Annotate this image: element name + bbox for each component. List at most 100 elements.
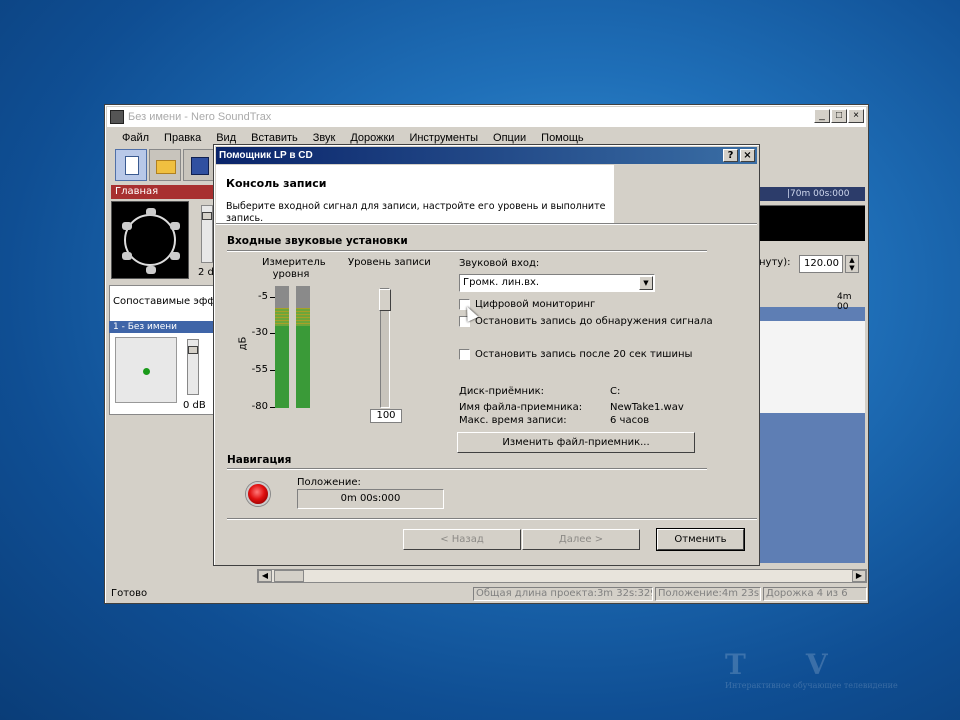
tempo-input[interactable]: 120.00: [799, 255, 843, 273]
stop-after-silence-checkbox[interactable]: [459, 349, 470, 360]
speaker-icon: [122, 252, 132, 260]
dialog-heading: Консоль записи: [226, 177, 327, 190]
dialog-description: Выберите входной сигнал для записи, наст…: [226, 201, 606, 224]
watermark-letters: TV: [725, 648, 888, 681]
main-volume-knob[interactable]: [202, 212, 212, 220]
input-settings-heading: Входные звуковые установки: [227, 235, 408, 247]
watermark-subtitle: Интерактивное обучающее телевидение: [725, 681, 898, 690]
dialog-help-button[interactable]: ?: [723, 149, 738, 162]
header-divider: [216, 223, 757, 225]
level-meter-left-peak: [275, 308, 289, 326]
track-volume-slider[interactable]: [187, 339, 199, 395]
new-button[interactable]: [115, 149, 147, 181]
maxtime-label: Макс. время записи:: [459, 415, 567, 426]
disk-value: C:: [610, 386, 621, 397]
minimize-button[interactable]: _: [814, 109, 830, 123]
dialog-header: Консоль записи Выберите входной сигнал д…: [216, 165, 614, 224]
navigation-divider: [227, 468, 707, 470]
overview-strip: [759, 205, 865, 241]
meter-tick: -30: [251, 327, 268, 338]
timeline-ruler: |70m 00s:000: [759, 187, 865, 201]
stop-after-silence-label[interactable]: Остановить запись после 20 сек тишины: [475, 349, 692, 360]
speaker-icon: [146, 208, 156, 216]
navigation-heading: Навигация: [227, 454, 292, 466]
db-axis-label: дБ: [237, 336, 249, 351]
track-header: 1 - Без имени: [109, 321, 213, 333]
back-button[interactable]: < Назад: [403, 529, 521, 550]
new-document-icon: [125, 156, 139, 175]
scroll-left-arrow[interactable]: ◀: [258, 570, 272, 582]
open-folder-icon: [156, 160, 176, 174]
position-label: Положение:: [297, 477, 361, 488]
cancel-button[interactable]: Отменить: [656, 528, 745, 551]
dialog-close-button[interactable]: ×: [740, 149, 755, 162]
buttons-divider: [227, 518, 757, 520]
menu-file[interactable]: Файл: [122, 132, 149, 144]
rec-level-label: Уровень записи: [348, 257, 431, 268]
scroll-thumb[interactable]: [274, 570, 304, 582]
main-volume-slider[interactable]: [201, 205, 213, 263]
speaker-icon: [170, 252, 180, 260]
open-button[interactable]: [149, 149, 181, 181]
track-lane[interactable]: [759, 321, 865, 413]
tempo-label: нуту):: [759, 257, 791, 268]
menu-edit[interactable]: Правка: [164, 132, 201, 144]
status-bar: Готово Общая длина проекта:3m 32s:329 По…: [107, 586, 867, 602]
next-button[interactable]: Далее >: [522, 529, 640, 550]
menu-help[interactable]: Помощь: [541, 132, 584, 144]
sound-input-value: Громк. лин.вх.: [463, 277, 540, 288]
dropdown-arrow-icon[interactable]: ▼: [639, 276, 653, 290]
tempo-spinner[interactable]: ▲ ▼: [845, 255, 859, 273]
track-ruler: 4m 00: [759, 289, 865, 312]
watermark: TV Интерактивное обучающее телевидение: [725, 648, 898, 690]
maximize-button[interactable]: □: [831, 109, 847, 123]
pan-position-dot[interactable]: [143, 368, 150, 375]
stop-until-signal-label[interactable]: Остановить запись до обнаружения сигнала: [475, 316, 713, 327]
rec-level-value: 100: [370, 409, 402, 423]
change-file-button[interactable]: Изменить файл-приемник...: [457, 432, 695, 453]
speaker-icon: [146, 266, 156, 274]
window-title: Без имени - Nero SoundTrax: [128, 111, 272, 123]
status-text: Готово: [111, 588, 148, 599]
maxtime-value: 6 часов: [610, 415, 650, 426]
digital-monitoring-label[interactable]: Цифровой мониторинг: [475, 299, 595, 310]
level-meter-left: [275, 286, 289, 408]
effects-label[interactable]: Сопоставимые эфф...: [113, 296, 226, 307]
dialog-title: Помощник LP в CD: [216, 147, 757, 164]
menu-insert[interactable]: Вставить: [251, 132, 298, 144]
speaker-icon: [170, 222, 180, 230]
project-length: Общая длина проекта:3m 32s:329: [473, 587, 653, 601]
horizontal-scrollbar[interactable]: ◀ ▶: [257, 569, 867, 583]
track-panner[interactable]: [115, 337, 177, 403]
menu-view[interactable]: Вид: [216, 132, 236, 144]
status-position: Положение:4m 23s:99: [655, 587, 761, 601]
track-volume-knob[interactable]: [188, 346, 198, 354]
rec-level-knob[interactable]: [379, 289, 391, 311]
surround-mixer[interactable]: [111, 201, 189, 279]
scroll-right-arrow[interactable]: ▶: [852, 570, 866, 582]
digital-monitoring-row[interactable]: Цифровой мониторинг: [459, 299, 595, 310]
filename-value: NewTake1.wav: [610, 402, 684, 413]
menu-sound[interactable]: Звук: [313, 132, 336, 144]
track-count: Дорожка 4 из 6: [763, 587, 867, 601]
sound-input-select[interactable]: Громк. лин.вх. ▼: [459, 274, 655, 292]
level-meter-right-peak: [296, 308, 310, 326]
meter-tick: -80: [251, 401, 268, 412]
menu-tools[interactable]: Инструменты: [409, 132, 478, 144]
track-lanes[interactable]: 4m 00: [759, 289, 865, 563]
stop-until-signal-row[interactable]: Остановить запись до обнаружения сигнала: [459, 316, 713, 327]
menu-options[interactable]: Опции: [493, 132, 526, 144]
menu-tracks[interactable]: Дорожки: [350, 132, 394, 144]
stop-after-silence-row[interactable]: Остановить запись после 20 сек тишины: [459, 349, 692, 360]
record-button-icon[interactable]: [246, 482, 270, 506]
sound-input-label: Звуковой вход:: [459, 258, 540, 269]
main-panel-header: Главная: [111, 185, 215, 199]
track-ruler-text: 4m 00: [837, 292, 852, 312]
meter-tick: -55: [251, 364, 268, 375]
surround-circle: [124, 214, 176, 266]
close-button[interactable]: ×: [848, 109, 864, 123]
toolbar: [115, 149, 215, 183]
save-button[interactable]: [183, 149, 215, 181]
meter-label: Измеритель уровня: [262, 257, 326, 280]
meter-tick: -5: [258, 291, 268, 302]
